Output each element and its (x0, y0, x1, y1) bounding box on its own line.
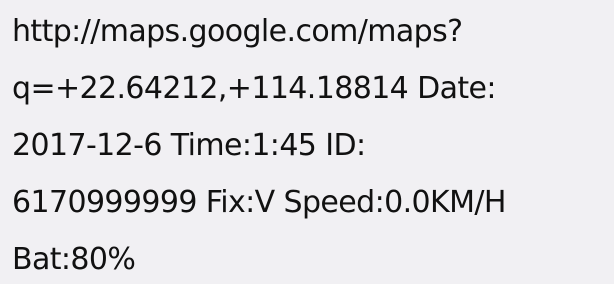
message-text: http://maps.google.com/maps? q=+22.64212… (12, 3, 612, 284)
message-line-battery: Bat:80% (12, 242, 136, 277)
message-line-date-time: 2017-12-6 Time:1:45 ID: (12, 128, 366, 163)
message-screen: http://maps.google.com/maps? q=+22.64212… (0, 0, 614, 284)
message-line-coordinates: q=+22.64212,+114.18814 Date: (12, 71, 497, 106)
message-line-id-fix-speed: 6170999999 Fix:V Speed:0.0KM/H (12, 185, 506, 220)
message-line-map-url: http://maps.google.com/maps? (12, 14, 463, 49)
